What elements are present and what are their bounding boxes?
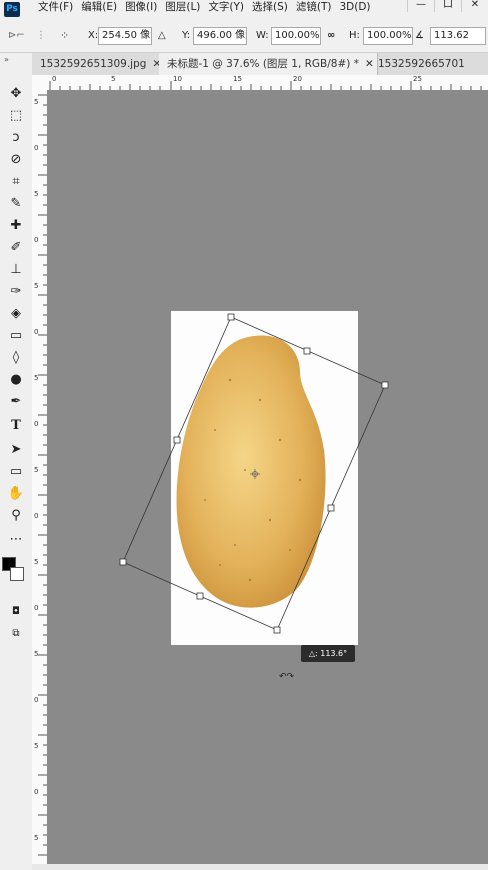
relative-position-icon[interactable]: △	[158, 28, 166, 44]
options-bar: ⊳⌐ ⋮ ⁘ X: 254.50 像素 △ Y: 496.00 像素 W: 10…	[0, 20, 488, 53]
ruler-label: 5	[34, 466, 39, 474]
move-tool-icon[interactable]: ✥	[6, 83, 26, 103]
angle-icon: ∡	[415, 30, 424, 41]
marquee-tool-icon[interactable]: ⬚	[6, 105, 26, 125]
ruler-label: 5	[34, 190, 39, 198]
brush-tool-icon[interactable]: ✐	[6, 237, 26, 257]
background-color-swatch[interactable]	[10, 567, 24, 581]
rectangle-tool-icon[interactable]: ▭	[6, 461, 26, 481]
ruler-label: 5	[34, 558, 39, 566]
height-field[interactable]: 100.00%	[363, 27, 413, 45]
menu-layer[interactable]: 图层(L)	[165, 0, 208, 20]
rotation-tooltip: △: 113.6°	[301, 645, 355, 662]
width-field[interactable]: 100.00%	[271, 27, 321, 45]
ruler-label: 5	[34, 374, 39, 382]
eyedropper-icon[interactable]: ✎	[6, 193, 26, 213]
vertical-ruler[interactable]: 5 0 5 0 5 0 5 0 5 0 5 0 5 0 5 0 5	[32, 90, 48, 870]
path-select-icon[interactable]: ➤	[6, 439, 26, 459]
menu-image[interactable]: 图像(I)	[125, 0, 165, 20]
blur-tool-icon[interactable]: ◊	[6, 347, 26, 367]
history-brush-icon[interactable]: ✑	[6, 281, 26, 301]
x-position-field[interactable]: 254.50 像素	[98, 27, 152, 45]
y-label: Y:	[182, 30, 191, 41]
menu-file[interactable]: 文件(F)	[38, 0, 81, 20]
tab-label: 未标题-1 @ 37.6% (图层 1, RGB/8#) *	[167, 58, 359, 70]
healing-brush-icon[interactable]: ✚	[6, 215, 26, 235]
horizontal-ruler[interactable]: 0 5 10 15 20 25	[47, 75, 488, 91]
ruler-label: 5	[34, 834, 39, 842]
quick-select-icon[interactable]: ⊘	[6, 149, 26, 169]
h-label: H:	[349, 30, 360, 41]
window-controls: — 口 ✕	[407, 0, 488, 12]
hand-tool-icon[interactable]: ✋	[6, 483, 26, 503]
ruler-label: 5	[34, 98, 39, 106]
tool-preset-icon[interactable]: ⊳⌐	[8, 28, 25, 44]
ruler-label: 10	[173, 75, 182, 83]
restore-button[interactable]: 口	[434, 0, 461, 12]
collapse-panel-icon[interactable]: »	[4, 55, 9, 64]
ruler-label: 0	[34, 144, 39, 152]
menu-3d[interactable]: 3D(D)	[339, 0, 378, 20]
minimize-button[interactable]: —	[407, 0, 434, 12]
w-label: W:	[256, 30, 269, 41]
rotation-field[interactable]: 113.62	[430, 27, 486, 45]
tab-label: 1532592651309.jpg	[40, 58, 147, 70]
pen-tool-icon[interactable]: ✒	[6, 391, 26, 411]
ruler-label: 0	[34, 328, 39, 336]
menu-type[interactable]: 文字(Y)	[208, 0, 252, 20]
x-label: X:	[88, 30, 99, 41]
menu-select[interactable]: 选择(S)	[252, 0, 296, 20]
ruler-label: 0	[34, 512, 39, 520]
tab-label: 1532592665701	[378, 58, 465, 70]
ruler-label: 0	[52, 75, 57, 83]
dodge-tool-icon[interactable]: ●	[6, 369, 26, 389]
link-icon[interactable]: ∞	[327, 28, 335, 44]
gradient-tool-icon[interactable]: ▭	[6, 325, 26, 345]
ruler-corner	[32, 75, 47, 90]
ruler-label: 0	[34, 696, 39, 704]
ruler-label: 0	[34, 788, 39, 796]
crop-tool-icon[interactable]: ⌗	[6, 171, 26, 191]
menu-bar: Ps 文件(F) 编辑(E) 图像(I) 图层(L) 文字(Y) 选择(S) 滤…	[0, 0, 488, 20]
screen-mode-icon[interactable]: ⧉	[6, 623, 26, 643]
ruler-label: 0	[34, 604, 39, 612]
ruler-label: 0	[34, 236, 39, 244]
y-position-field[interactable]: 496.00 像素	[193, 27, 247, 45]
divider-icon: ⋮	[36, 30, 46, 41]
status-bar	[32, 864, 488, 870]
menu-items: 文件(F) 编辑(E) 图像(I) 图层(L) 文字(Y) 选择(S) 滤镜(T…	[38, 0, 379, 20]
ruler-label: 5	[34, 650, 39, 658]
eraser-icon[interactable]: ◈	[6, 303, 26, 323]
ruler-label: 5	[34, 282, 39, 290]
photoshop-logo[interactable]: Ps	[4, 2, 20, 17]
type-tool-icon[interactable]: T	[6, 415, 26, 435]
tab-image-1[interactable]: 1532592651309.jpg ✕	[32, 53, 167, 75]
reference-point-icon[interactable]: ⁘	[60, 28, 69, 44]
tab-image-2[interactable]: 1532592665701	[370, 53, 488, 75]
ruler-label: 5	[34, 742, 39, 750]
ruler-label: 5	[111, 75, 116, 83]
close-window-button[interactable]: ✕	[461, 0, 488, 12]
ruler-label: 15	[233, 75, 242, 83]
more-tools-icon[interactable]: ⋯	[6, 529, 26, 549]
zoom-tool-icon[interactable]: ⚲	[6, 505, 26, 525]
clone-stamp-icon[interactable]: ⊥	[6, 259, 26, 279]
document-canvas[interactable]	[171, 311, 358, 645]
tab-untitled-1[interactable]: 未标题-1 @ 37.6% (图层 1, RGB/8#) * ✕	[159, 53, 378, 75]
ruler-label: 20	[293, 75, 302, 83]
ruler-label: 0	[34, 420, 39, 428]
ruler-label: 25	[413, 75, 422, 83]
quick-mask-icon[interactable]: ◘	[6, 601, 26, 621]
lasso-tool-icon[interactable]: ↄ	[6, 127, 26, 147]
menu-edit[interactable]: 编辑(E)	[81, 0, 125, 20]
document-tabs: 1532592651309.jpg ✕ 未标题-1 @ 37.6% (图层 1, …	[32, 53, 488, 75]
menu-filter[interactable]: 滤镜(T)	[296, 0, 340, 20]
tools-panel: » ✥ ⬚ ↄ ⊘ ⌗ ✎ ✚ ✐ ⊥ ✑ ◈ ▭ ◊ ● ✒ T ➤ ▭ ✋ …	[0, 53, 33, 870]
